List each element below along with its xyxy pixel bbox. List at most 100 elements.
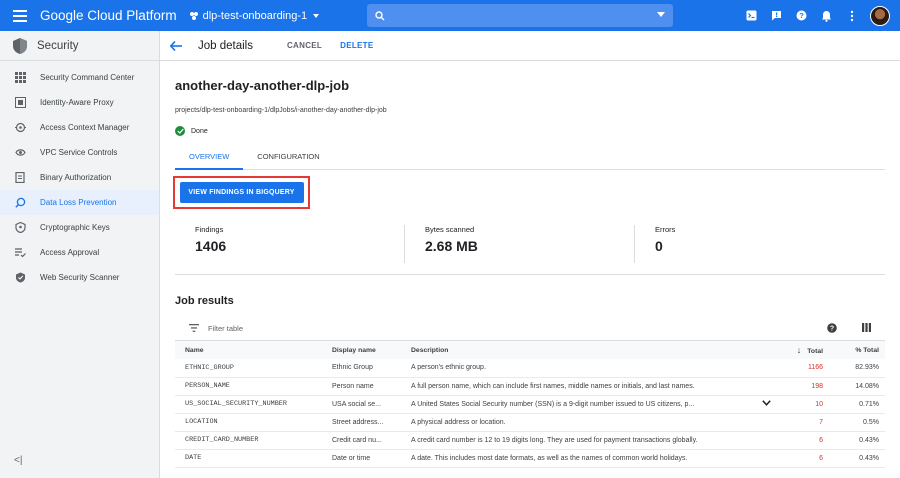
sidebar-item-vpc-service-controls[interactable]: VPC Service Controls [0, 140, 159, 165]
sidebar-title: Security [37, 39, 79, 52]
tab-overview[interactable]: OVERVIEW [175, 150, 244, 170]
sidebar-item-cryptographic-keys[interactable]: Cryptographic Keys [0, 215, 159, 240]
menu-icon[interactable] [0, 0, 40, 31]
job-status: Done [175, 126, 885, 136]
brand-title[interactable]: Google Cloud Platform [40, 8, 177, 23]
filter-icon[interactable] [189, 324, 199, 332]
cloud-shell-icon[interactable] [739, 0, 764, 31]
delete-button[interactable]: DELETE [340, 41, 373, 50]
cell-total: 198 [783, 377, 829, 396]
stat-errors: Errors 0 [635, 225, 865, 263]
sidebar-item-label: Binary Authorization [40, 173, 112, 182]
table-row[interactable]: CREDIT_CARD_NUMBER Credit card nu... A c… [175, 431, 885, 450]
help-icon[interactable]: ? [789, 0, 814, 31]
sidebar-item-data-loss-prevention[interactable]: Data Loss Prevention [0, 190, 159, 215]
cell-display-name: Credit card nu... [322, 431, 401, 450]
cell-pct-total: 0.71% [829, 395, 885, 414]
job-name: another-day-another-dlp-job [175, 78, 350, 93]
avatar[interactable] [870, 5, 890, 26]
top-bar: Google Cloud Platform dlp-test-onboardin… [0, 0, 900, 31]
sidebar-item-label: Access Approval [40, 248, 100, 257]
cell-name: LOCATION [175, 413, 322, 432]
cell-display-name: Ethnic Group [322, 359, 401, 378]
sidebar-item-identity-aware-proxy[interactable]: Identity-Aware Proxy [0, 90, 159, 115]
column-display-icon[interactable] [862, 323, 871, 332]
column-header-total[interactable]: ↓ Total [783, 341, 829, 359]
column-header-name[interactable]: Name [175, 341, 322, 359]
key-icon [14, 222, 26, 234]
cell-description: A credit card number is 12 to 19 digits … [401, 431, 783, 450]
chevron-down-icon [313, 13, 320, 18]
column-header-pct-total[interactable]: % Total [829, 341, 885, 359]
column-header-total-label: Total [807, 348, 823, 355]
stat-bytes-scanned: Bytes scanned 2.68 MB [405, 225, 635, 263]
results-title: Job results [175, 295, 234, 307]
cell-name: US_SOCIAL_SECURITY_NUMBER [175, 395, 322, 414]
page-title: Job details [198, 39, 253, 52]
project-icon [189, 11, 198, 20]
column-header-display-name[interactable]: Display name [322, 341, 401, 359]
cell-name: CREDIT_CARD_NUMBER [175, 431, 322, 450]
search-dropdown-icon[interactable] [657, 12, 665, 18]
sidebar-item-access-context-manager[interactable]: Access Context Manager [0, 115, 159, 140]
cell-total: 10 [783, 395, 829, 414]
cell-pct-total: 0.43% [829, 431, 885, 450]
highlight-box: VIEW FINDINGS IN BIGQUERY [173, 176, 310, 209]
view-findings-button[interactable]: VIEW FINDINGS IN BIGQUERY [179, 182, 304, 203]
page-header: Job details CANCEL DELETE [160, 31, 900, 61]
tab-configuration[interactable]: CONFIGURATION [243, 150, 333, 170]
cell-name: DATE [175, 449, 322, 468]
results-table: Name Display name Description ↓ Total % T… [175, 341, 885, 468]
cell-total: 6 [783, 449, 829, 468]
cell-description: A United States Social Security number (… [411, 400, 695, 408]
stat-value: 1406 [195, 238, 227, 254]
cell-display-name: Date or time [322, 449, 401, 468]
sidebar-item-label: VPC Service Controls [40, 148, 118, 157]
table-row[interactable]: US_SOCIAL_SECURITY_NUMBER USA social se.… [175, 395, 885, 414]
sidebar-item-web-security-scanner[interactable]: Web Security Scanner [0, 265, 159, 290]
search-input[interactable] [367, 4, 673, 27]
filter-bar[interactable]: Filter table ? [175, 316, 885, 341]
help-icon[interactable]: ? [827, 323, 837, 333]
cell-name: ETHNIC_GROUP [175, 359, 322, 378]
cell-total: 7 [783, 413, 829, 432]
scanner-icon [14, 272, 26, 284]
binary-icon [14, 172, 26, 184]
sidebar-item-binary-authorization[interactable]: Binary Authorization [0, 165, 159, 190]
cell-total: 1166 [783, 359, 829, 378]
sidebar-item-label: Cryptographic Keys [40, 223, 110, 232]
sidebar: Security Security Command Center Identit… [0, 31, 160, 478]
stat-findings: Findings 1406 [175, 225, 405, 263]
project-selector[interactable]: dlp-test-onboarding-1 [189, 10, 322, 22]
more-vert-icon[interactable] [839, 0, 864, 31]
feedback-icon[interactable] [764, 0, 789, 31]
table-row[interactable]: LOCATION Street address... A physical ad… [175, 413, 885, 432]
job-path: projects/dlp-test-onboarding-1/dlpJobs/i… [175, 107, 387, 114]
collapse-sidebar-button[interactable]: <| [14, 455, 22, 466]
back-arrow-icon[interactable] [170, 40, 198, 51]
table-row[interactable]: PERSON_NAME Person name A full person na… [175, 377, 885, 396]
table-row[interactable]: ETHNIC_GROUP Ethnic Group A person's eth… [175, 359, 885, 378]
vpc-icon [14, 147, 26, 159]
expand-chevron-icon[interactable] [762, 399, 771, 408]
notifications-icon[interactable] [814, 0, 839, 31]
sidebar-item-label: Data Loss Prevention [40, 198, 117, 207]
cell-description-expandable: A United States Social Security number (… [401, 395, 783, 414]
cell-display-name: USA social se... [322, 395, 401, 414]
cell-name: PERSON_NAME [175, 377, 322, 396]
sidebar-item-access-approval[interactable]: Access Approval [0, 240, 159, 265]
sidebar-item-label: Security Command Center [40, 73, 135, 82]
grid-icon [14, 72, 26, 84]
filter-input[interactable]: Filter table [208, 324, 243, 333]
cell-display-name: Person name [322, 377, 401, 396]
sidebar-item-label: Web Security Scanner [40, 273, 120, 282]
cell-pct-total: 0.5% [829, 413, 885, 432]
column-header-description[interactable]: Description [401, 341, 783, 359]
status-label: Done [191, 127, 208, 135]
stat-label: Bytes scanned [425, 225, 475, 234]
cell-description: A date. This includes most date formats,… [401, 449, 783, 468]
cell-description: A person's ethnic group. [401, 359, 783, 378]
sidebar-item-security-command-center[interactable]: Security Command Center [0, 65, 159, 90]
cancel-button[interactable]: CANCEL [287, 41, 322, 50]
table-row[interactable]: DATE Date or time A date. This includes … [175, 449, 885, 468]
